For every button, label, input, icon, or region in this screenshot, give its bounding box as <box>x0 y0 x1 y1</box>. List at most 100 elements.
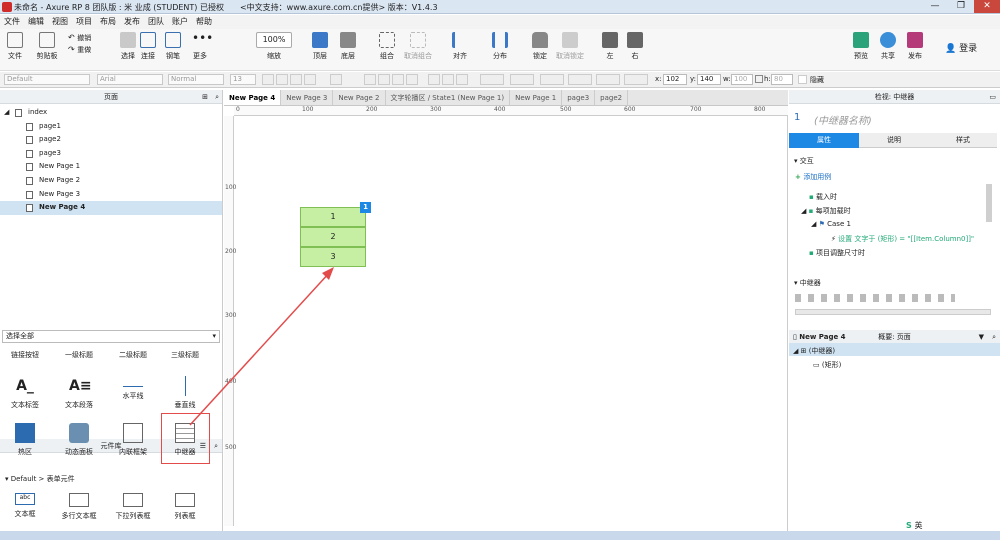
valign-middle-button[interactable] <box>442 74 454 85</box>
vertical-scrollbar[interactable] <box>986 184 992 222</box>
menu-account[interactable]: 账户 <box>168 15 192 29</box>
file-button[interactable]: 文件 <box>0 32 30 61</box>
border-style-button[interactable] <box>596 74 620 85</box>
widget-hotspot[interactable]: 热区 <box>0 423 50 457</box>
menu-file[interactable]: 文件 <box>0 15 24 29</box>
tab-notes[interactable]: 说明 <box>859 133 929 148</box>
tab-new-page-1[interactable]: New Page 1 <box>510 90 563 105</box>
page-item-new-page-3[interactable]: New Page 3 <box>0 188 222 202</box>
underline-button[interactable] <box>290 74 302 85</box>
repeater-widget[interactable]: 1 2 3 <box>300 207 366 267</box>
h-input[interactable]: 80 <box>771 74 793 85</box>
tab-new-page-3[interactable]: New Page 3 <box>281 90 334 105</box>
unlock-button[interactable]: 取消锁定 <box>552 32 588 61</box>
collapse-icon[interactable]: ▭ <box>989 90 996 104</box>
menu-help[interactable]: 帮助 <box>192 15 216 29</box>
y-input[interactable]: 140 <box>697 74 721 85</box>
repeater-item[interactable]: 3 <box>300 247 366 267</box>
page-item-page2[interactable]: page2 <box>0 133 222 147</box>
outline-page[interactable]: ▯ New Page 4 <box>793 333 846 341</box>
menu-publish[interactable]: 发布 <box>120 15 144 29</box>
interaction-section[interactable]: ▾ 交互 <box>794 156 814 166</box>
form-widgets-group[interactable]: ▾ Default > 表单元件 <box>5 474 75 484</box>
tab-page3[interactable]: page3 <box>562 90 596 105</box>
lock-button[interactable]: 锁定 <box>525 32 555 61</box>
justify-button[interactable] <box>406 74 418 85</box>
valign-top-button[interactable] <box>428 74 440 85</box>
widget-listbox[interactable]: 列表框 <box>160 493 210 521</box>
outline-repeater-row[interactable]: ◢ ⊞ (中继器) <box>789 343 1000 356</box>
search-icon[interactable]: ⌕ <box>992 330 996 344</box>
page-item-index[interactable]: ◢ index <box>0 106 222 120</box>
bottom-layer-button[interactable]: 底层 <box>333 32 363 61</box>
ungroup-button[interactable]: 取消组合 <box>400 32 436 61</box>
group-button[interactable]: 组合 <box>372 32 402 61</box>
event-item-resize[interactable]: ▪ 项目调整尺寸时 <box>809 248 865 258</box>
weight-select[interactable]: Normal <box>168 74 224 85</box>
widget-inline-frame[interactable]: 内联框架 <box>108 423 158 457</box>
widget-paragraph[interactable]: A≡ 文本段落 <box>54 376 104 410</box>
repeater-item[interactable]: 1 <box>300 207 366 227</box>
widget-textbox[interactable]: abc 文本框 <box>0 493 50 519</box>
search-icon[interactable]: ⌕ <box>215 90 219 104</box>
library-select[interactable]: 选择全部 ▾ <box>2 330 220 343</box>
distribute-button[interactable]: 分布 <box>485 32 515 61</box>
align-center-button[interactable] <box>378 74 390 85</box>
widget-dynamic-panel[interactable]: 动态面板 <box>54 423 104 457</box>
widget-heading3[interactable]: 三级标题 <box>160 350 210 360</box>
outline-rectangle[interactable]: ▭ (矩形) <box>813 360 841 370</box>
font-color-button[interactable] <box>304 74 316 85</box>
arrow-style-button[interactable] <box>624 74 648 85</box>
page-item-page1[interactable]: page1 <box>0 120 222 134</box>
close-button[interactable]: ✕ <box>974 0 1000 13</box>
minimize-button[interactable]: — <box>922 0 948 13</box>
clipboard-button[interactable]: 剪贴板 <box>32 32 62 61</box>
border-color-button[interactable] <box>540 74 564 85</box>
align-button[interactable]: 对齐 <box>445 32 475 61</box>
right-button[interactable]: 右 <box>620 32 650 61</box>
tab-new-page-2[interactable]: New Page 2 <box>333 90 386 105</box>
case-1[interactable]: ◢ ⚑ Case 1 <box>811 220 851 228</box>
widget-link-button[interactable]: 链接按钮 <box>0 350 50 360</box>
widget-heading2[interactable]: 二级标题 <box>108 350 158 360</box>
pen-tool[interactable]: 钢笔 <box>158 32 188 61</box>
valign-bottom-button[interactable] <box>456 74 468 85</box>
event-on-load[interactable]: ▪ 载入时 <box>809 192 837 202</box>
search-icon[interactable]: ⌕ <box>214 439 218 453</box>
menu-team[interactable]: 团队 <box>144 15 168 29</box>
add-page-icon[interactable]: ⊞ <box>202 90 208 104</box>
page-item-new-page-1[interactable]: New Page 1 <box>0 160 222 174</box>
widget-name-input[interactable]: (中继器名称) <box>814 112 872 127</box>
w-input[interactable]: 100 <box>731 74 753 85</box>
bold-button[interactable] <box>262 74 274 85</box>
repeater-section[interactable]: ▾ 中继器 <box>794 278 821 288</box>
fill-color-button[interactable] <box>480 74 504 85</box>
redo-button[interactable]: ↷ 重做 <box>68 45 108 55</box>
repeater-dataset-toolbar[interactable] <box>795 294 955 302</box>
undo-button[interactable]: ↶ 撤销 <box>68 33 108 43</box>
tab-style[interactable]: 样式 <box>929 133 997 148</box>
menu-layout[interactable]: 布局 <box>96 15 120 29</box>
lock-ratio-icon[interactable] <box>755 75 763 83</box>
page-item-page3[interactable]: page3 <box>0 147 222 161</box>
filter-icon[interactable]: ▼ <box>979 330 984 344</box>
x-input[interactable]: 102 <box>663 74 687 85</box>
widget-droplist[interactable]: 下拉列表框 <box>108 493 158 521</box>
align-right-button[interactable] <box>392 74 404 85</box>
menu-project[interactable]: 项目 <box>72 15 96 29</box>
widget-text-label[interactable]: A_ 文本标签 <box>0 376 50 410</box>
horizontal-scrollbar[interactable] <box>795 309 991 315</box>
widget-heading1[interactable]: 一级标题 <box>54 350 104 360</box>
menu-edit[interactable]: 编辑 <box>24 15 48 29</box>
style-select[interactable]: Default <box>4 74 90 85</box>
menu-view[interactable]: 视图 <box>48 15 72 29</box>
page-item-new-page-4[interactable]: New Page 4 <box>0 201 222 215</box>
italic-button[interactable] <box>276 74 288 85</box>
canvas-area[interactable] <box>224 90 788 540</box>
font-size-select[interactable]: 13 <box>230 74 256 85</box>
login-button[interactable]: 👤 登录 <box>945 41 985 54</box>
preview-button[interactable]: 预览 <box>846 32 876 61</box>
more-tools[interactable]: ••• 更多 <box>185 32 215 61</box>
interaction-badge[interactable]: 1 <box>360 202 371 213</box>
bullet-button[interactable] <box>330 74 342 85</box>
